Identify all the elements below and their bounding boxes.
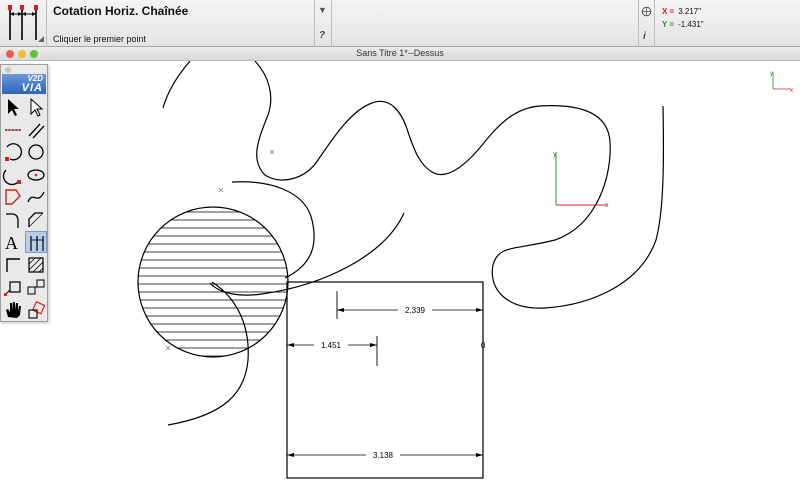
- dimension-3138[interactable]: 3.138: [287, 448, 483, 461]
- spline-curve[interactable]: [231, 181, 315, 279]
- orientation-y-label: y: [770, 71, 773, 77]
- multi-copy-icon[interactable]: [25, 276, 47, 298]
- transform-icon[interactable]: [2, 276, 24, 298]
- hand-pan-icon[interactable]: [2, 299, 24, 321]
- window-title-bar[interactable]: Sans Titre 1*--Dessus: [0, 47, 800, 61]
- dimension-1451[interactable]: 1.451: [287, 336, 378, 366]
- coordinate-x-readout: X = 3.217": [662, 7, 701, 16]
- chamfer-icon[interactable]: [25, 209, 47, 231]
- axis-y-label: y: [553, 151, 557, 158]
- status-bar: Cotation Horiz. Chaînée Cliquer le premi…: [0, 0, 800, 47]
- origin-axes: x y: [553, 151, 609, 209]
- spline-curve[interactable]: [162, 61, 191, 109]
- current-tool-icon[interactable]: [0, 0, 47, 47]
- rotate-icon[interactable]: [25, 299, 47, 321]
- info-button[interactable]: i: [643, 31, 646, 42]
- coordinate-x-value: 3.217": [678, 7, 702, 16]
- svg-text:A: A: [5, 233, 18, 253]
- coordinate-y-label: Y =: [662, 20, 675, 29]
- divider: [331, 0, 332, 47]
- dimension-label: 2.339: [405, 306, 426, 315]
- coordinate-settings-icon[interactable]: [641, 4, 652, 22]
- tool-title: Cotation Horiz. Chaînée: [53, 4, 189, 18]
- stray-point-label: 0: [481, 341, 486, 350]
- dimension-2339[interactable]: 2.339: [336, 291, 483, 319]
- ellipse-icon[interactable]: [25, 164, 47, 186]
- dashed-line-icon[interactable]: [2, 119, 24, 141]
- tool-prompt: Cliquer le premier point: [53, 34, 147, 44]
- divider: [638, 0, 639, 47]
- arc-curve[interactable]: [209, 212, 405, 296]
- hatch-icon[interactable]: [25, 254, 47, 276]
- chained-dimension-icon: [8, 5, 44, 42]
- dimension-label: 1.451: [321, 341, 342, 350]
- corner-icon[interactable]: [2, 254, 24, 276]
- parallel-lines-icon[interactable]: [25, 119, 47, 141]
- window-title: Sans Titre 1*--Dessus: [356, 48, 444, 58]
- text-icon[interactable]: A: [2, 231, 24, 253]
- orientation-marker: x y: [770, 71, 793, 94]
- orientation-x-label: x: [790, 88, 793, 94]
- hollow-arrow-select-icon[interactable]: [25, 96, 47, 118]
- logo-text-bottom: VIA: [21, 82, 43, 94]
- palette-close-button[interactable]: [5, 67, 11, 73]
- coordinate-y-readout: Y = -1.431": [662, 20, 704, 29]
- axis-x-label: x: [605, 202, 609, 209]
- arc-icon[interactable]: [2, 141, 24, 163]
- divider: [654, 0, 655, 47]
- coordinate-y-value: -1.431": [678, 20, 704, 29]
- coordinate-x-label: X =: [662, 7, 675, 16]
- arrow-select-icon[interactable]: [2, 96, 24, 118]
- spline-curve[interactable]: [254, 61, 665, 309]
- arc-three-point-icon[interactable]: [2, 164, 24, 186]
- polygon-icon[interactable]: [2, 186, 24, 208]
- dimension-label: 3.138: [373, 451, 394, 460]
- point-markers: [165, 149, 275, 351]
- drawing-canvas[interactable]: 2.339 1.451 0 3.138 x y x y: [0, 61, 800, 497]
- fillet-icon[interactable]: [2, 209, 24, 231]
- palette-logo: V2D VIA: [2, 74, 46, 94]
- circle-icon[interactable]: [25, 141, 47, 163]
- dimension-icon[interactable]: [25, 231, 47, 253]
- tool-palette[interactable]: V2D VIA A: [0, 64, 48, 322]
- help-button[interactable]: ?: [319, 30, 325, 41]
- divider: [314, 0, 315, 47]
- spline-icon[interactable]: [25, 186, 47, 208]
- triangle-down-icon[interactable]: ▼: [318, 5, 327, 15]
